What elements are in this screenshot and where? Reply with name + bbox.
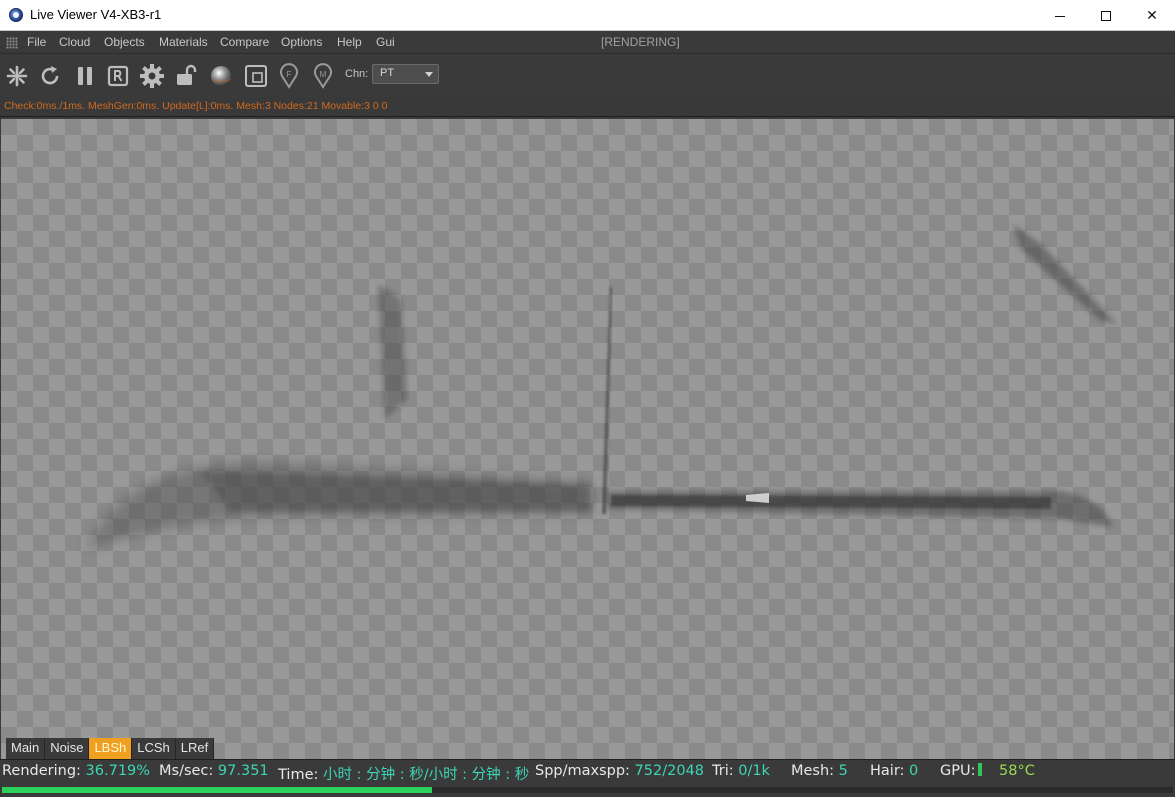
ms-sec-value: 97.351 <box>217 763 269 779</box>
rendering-value: 36.719% <box>85 763 151 779</box>
title-bar[interactable]: Live Viewer V4-XB3-r1 ✕ <box>0 0 1175 31</box>
svg-text:F: F <box>287 70 292 79</box>
minimize-button[interactable] <box>1037 0 1083 31</box>
render-stats-bar: Check:0ms./1ms. MeshGen:0ms. Update[L]:0… <box>0 97 1175 117</box>
hair-label: Hair: <box>870 763 905 779</box>
time-value: 小时 : 分钟 : 秒/小时 : 分钟 : 秒 <box>322 767 530 783</box>
menu-bar: File Cloud Objects Materials Compare Opt… <box>0 31 1175 54</box>
gpu-label: GPU: <box>940 763 976 779</box>
gpu-temperature: 58°C <box>999 763 1035 779</box>
mesh-value: 5 <box>838 763 848 779</box>
tab-noise[interactable]: Noise <box>45 738 90 759</box>
render-state-label: [RENDERING] <box>601 35 680 49</box>
channel-select[interactable]: PT <box>372 64 439 84</box>
pause-icon <box>78 67 92 85</box>
menu-help[interactable]: Help <box>337 35 362 49</box>
mesh-status: Mesh: 5 <box>791 763 848 779</box>
settings-gear-icon <box>140 64 164 88</box>
close-button[interactable]: ✕ <box>1129 0 1175 31</box>
spp-status: Spp/maxspp: 752/2048 <box>535 763 704 779</box>
tri-status: Tri: 0/1k <box>712 763 770 779</box>
shadow-render-image <box>86 224 1117 549</box>
aov-tabs: Main Noise LBSh LCSh LRef <box>6 738 215 759</box>
spp-value: 752/2048 <box>634 763 705 779</box>
tab-lbsh[interactable]: LBSh <box>89 738 133 759</box>
lock-button[interactable] <box>173 63 199 89</box>
toolbar: F M Chn: PT <box>0 54 1175 97</box>
hair-value: 0 <box>909 763 919 779</box>
send-scene-button[interactable] <box>4 63 30 89</box>
time-label: Time: <box>278 767 319 783</box>
menu-compare[interactable]: Compare <box>220 35 269 49</box>
menu-file[interactable]: File <box>27 35 46 49</box>
region-render-icon <box>107 65 129 87</box>
chevron-down-icon <box>425 72 433 77</box>
settings-button[interactable] <box>139 63 165 89</box>
hair-status: Hair: 0 <box>870 763 918 779</box>
menu-options[interactable]: Options <box>281 35 322 49</box>
tab-main[interactable]: Main <box>6 738 46 759</box>
channel-label: Chn: <box>345 68 369 80</box>
gpu-status: GPU: <box>940 763 983 779</box>
film-region-button[interactable] <box>243 63 269 89</box>
render-progress-fill <box>2 787 432 793</box>
tab-lcsh[interactable]: LCSh <box>132 738 176 759</box>
material-ball-button[interactable] <box>208 63 234 89</box>
close-icon: ✕ <box>1146 7 1158 24</box>
window-title: Live Viewer V4-XB3-r1 <box>30 7 162 22</box>
channel-value: PT <box>380 67 395 79</box>
menu-cloud[interactable]: Cloud <box>59 35 90 49</box>
mesh-label: Mesh: <box>791 763 835 779</box>
maximize-button[interactable] <box>1083 0 1129 31</box>
focus-pick-icon: F <box>280 63 298 89</box>
render-progress-bar <box>2 787 1173 793</box>
restart-button[interactable] <box>37 63 63 89</box>
ms-sec-label: Ms/sec: <box>159 763 214 779</box>
tri-label: Tri: <box>712 763 734 779</box>
grip-icon[interactable] <box>6 37 18 49</box>
restart-icon <box>41 66 59 85</box>
live-viewer-window: Live Viewer V4-XB3-r1 ✕ File Cloud Objec… <box>0 0 1175 797</box>
app-logo-icon <box>9 8 23 22</box>
spp-label: Spp/maxspp: <box>535 763 630 779</box>
send-scene-icon <box>6 65 28 87</box>
minimize-icon <box>1055 16 1065 17</box>
film-region-icon <box>245 65 267 87</box>
menu-materials[interactable]: Materials <box>159 35 208 49</box>
status-bar: Rendering: 36.719% Ms/sec: 97.351 Time: … <box>0 759 1175 797</box>
maximize-icon <box>1101 10 1111 21</box>
lock-icon <box>177 64 197 85</box>
pause-button[interactable] <box>72 63 98 89</box>
material-pick-button[interactable]: M <box>310 63 336 89</box>
tri-value: 0/1k <box>738 763 770 779</box>
ms-sec-status: Ms/sec: 97.351 <box>159 763 269 779</box>
menu-gui[interactable]: Gui <box>376 35 395 49</box>
time-status: Time: 小时 : 分钟 : 秒/小时 : 分钟 : 秒 <box>278 763 529 784</box>
render-stats-text: Check:0ms./1ms. MeshGen:0ms. Update[L]:0… <box>4 100 388 112</box>
rendering-label: Rendering: <box>2 763 81 779</box>
material-pick-icon: M <box>314 63 332 89</box>
gpu-load-bar <box>978 763 983 776</box>
focus-pick-button[interactable]: F <box>276 63 302 89</box>
rendering-status: Rendering: 36.719% <box>2 763 150 779</box>
menu-objects[interactable]: Objects <box>104 35 145 49</box>
render-viewport[interactable] <box>1 119 1174 759</box>
svg-text:M: M <box>320 70 327 79</box>
material-ball-icon <box>211 66 231 86</box>
region-render-button[interactable] <box>105 63 131 89</box>
tab-lref[interactable]: LRef <box>175 738 215 759</box>
